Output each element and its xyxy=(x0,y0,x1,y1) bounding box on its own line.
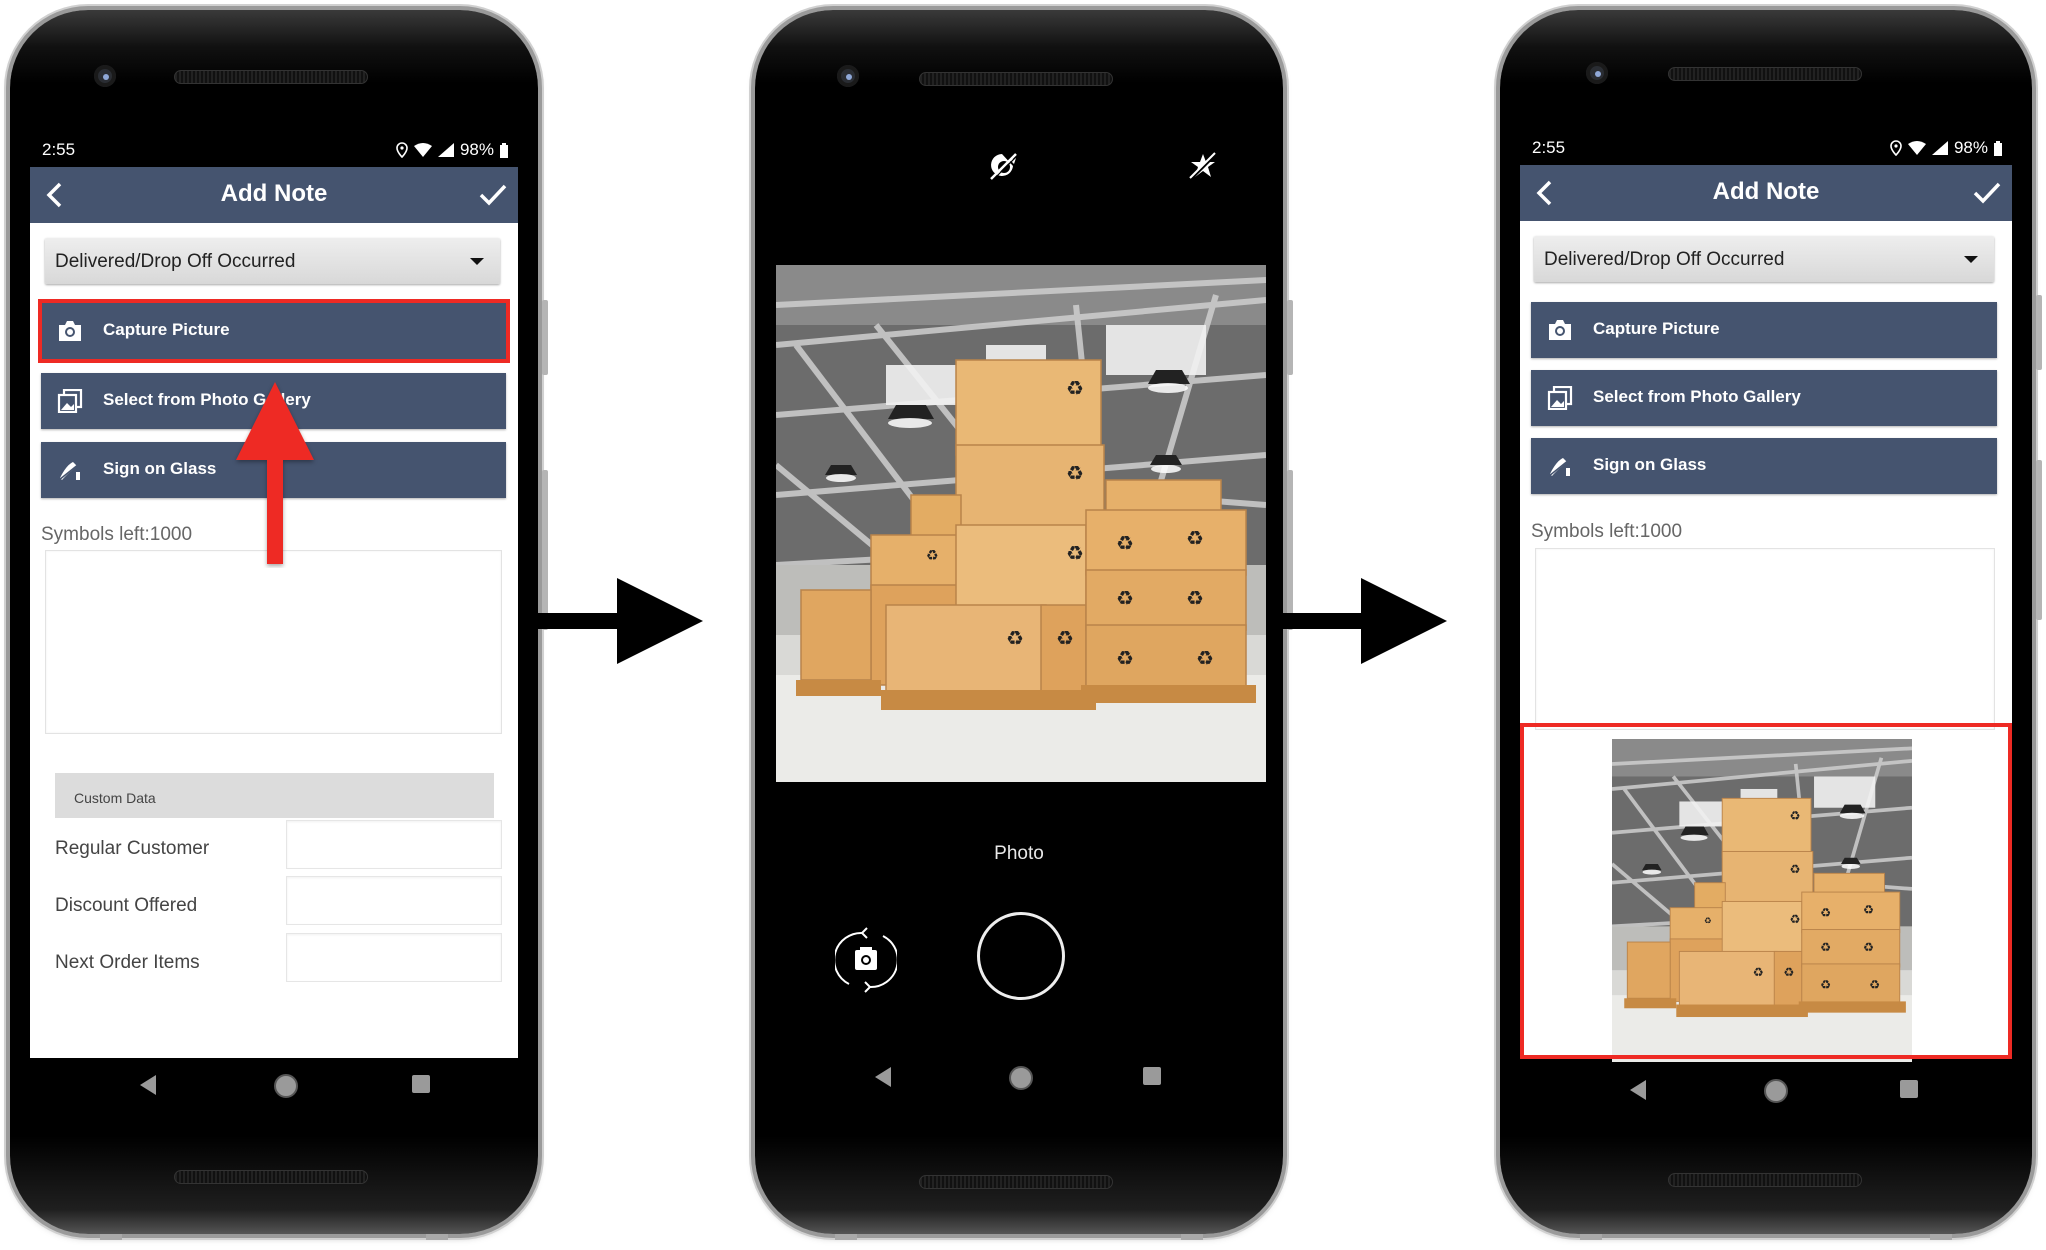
highlight-capture-picture xyxy=(38,299,510,363)
note-textarea[interactable] xyxy=(45,550,502,734)
cellular-signal-icon xyxy=(1931,141,1948,155)
field-label-next-order-items: Next Order Items xyxy=(55,952,200,973)
status-bar: 2:55 98% xyxy=(30,140,518,164)
camera-preview xyxy=(776,265,1266,782)
bottom-speaker xyxy=(174,1170,368,1184)
battery-icon xyxy=(500,142,508,158)
earpiece-speaker xyxy=(1668,67,1862,81)
phone-foot xyxy=(1930,1234,1952,1240)
switch-camera-icon[interactable] xyxy=(835,924,897,996)
capture-picture-button[interactable]: Capture Picture xyxy=(1531,302,1997,358)
note-type-dropdown[interactable]: Delivered/Drop Off Occurred xyxy=(1534,236,1994,282)
field-label-regular-customer: Regular Customer xyxy=(55,838,210,859)
earpiece-speaker xyxy=(919,72,1113,86)
signature-icon xyxy=(1548,458,1570,477)
phone-step-2: Photo xyxy=(755,10,1293,1240)
button-label: Select from Photo Gallery xyxy=(1593,387,1801,406)
android-nav-bar xyxy=(30,1065,518,1105)
dropdown-value: Delivered/Drop Off Occurred xyxy=(55,251,296,272)
sign-on-glass-button[interactable]: Sign on Glass xyxy=(1531,438,1997,494)
button-label: Sign on Glass xyxy=(1593,455,1707,474)
checkmark-icon[interactable] xyxy=(478,181,508,209)
front-camera xyxy=(837,65,859,87)
note-type-dropdown[interactable]: Delivered/Drop Off Occurred xyxy=(45,238,500,284)
phone-foot xyxy=(1580,1234,1602,1240)
nav-home-icon[interactable] xyxy=(1764,1079,1788,1103)
flash-off-icon[interactable] xyxy=(1187,150,1219,182)
phone-foot xyxy=(426,1234,448,1240)
nav-back-icon[interactable] xyxy=(875,1067,891,1087)
camera-mode-label[interactable]: Photo xyxy=(755,843,1283,865)
regular-customer-input[interactable] xyxy=(286,820,502,869)
cellular-signal-icon xyxy=(437,143,454,157)
gallery-icon xyxy=(1547,386,1573,410)
custom-data-header: Custom Data xyxy=(55,773,494,818)
gallery-icon xyxy=(57,389,83,413)
phone-foot xyxy=(100,1234,122,1240)
power-button xyxy=(2036,295,2042,370)
power-button xyxy=(542,300,548,375)
phone-foot xyxy=(1181,1234,1203,1240)
wifi-icon xyxy=(1907,141,1926,155)
flow-arrow-step-2-to-3 xyxy=(1283,578,1447,664)
note-textarea[interactable] xyxy=(1535,548,1995,730)
power-button xyxy=(1287,300,1293,375)
discount-offered-input[interactable] xyxy=(286,876,502,925)
timer-off-icon[interactable] xyxy=(988,150,1020,182)
page-title: Add Note xyxy=(1712,178,1820,205)
camera-icon xyxy=(1549,320,1571,340)
symbols-left-counter: Symbols left:1000 xyxy=(41,524,193,545)
nav-home-icon[interactable] xyxy=(274,1074,298,1098)
app-bar: Add Note xyxy=(30,167,518,223)
red-annotation-arrow xyxy=(236,382,314,564)
location-icon xyxy=(1890,140,1902,156)
dropdown-value: Delivered/Drop Off Occurred xyxy=(1544,249,1785,270)
bottom-speaker xyxy=(1668,1173,1862,1187)
location-icon xyxy=(396,142,408,158)
nav-recents-icon[interactable] xyxy=(412,1075,430,1093)
signature-icon xyxy=(58,462,80,481)
button-label: Capture Picture xyxy=(1593,319,1720,338)
battery-percent: 98% xyxy=(1953,138,1988,157)
wifi-icon xyxy=(413,143,432,157)
flow-arrow-step-1-to-2 xyxy=(537,578,703,664)
button-label: Sign on Glass xyxy=(103,459,217,478)
next-order-items-input[interactable] xyxy=(286,933,502,982)
select-from-gallery-button[interactable]: Select from Photo Gallery xyxy=(1531,370,1997,426)
nav-home-icon[interactable] xyxy=(1009,1066,1033,1090)
phone-foot xyxy=(835,1234,857,1240)
front-camera xyxy=(94,65,116,87)
status-time: 2:55 xyxy=(42,140,76,159)
caret-down-icon xyxy=(1964,256,1978,263)
nav-back-icon[interactable] xyxy=(140,1075,156,1095)
battery-icon xyxy=(1994,140,2002,156)
checkmark-icon[interactable] xyxy=(1972,179,2002,207)
battery-percent: 98% xyxy=(459,140,494,159)
app-bar: Add Note xyxy=(1520,165,2012,221)
nav-recents-icon[interactable] xyxy=(1900,1080,1918,1098)
android-nav-bar xyxy=(1520,1070,2012,1110)
shutter-button[interactable] xyxy=(977,912,1065,1000)
custom-data-title: Custom Data xyxy=(74,790,156,806)
bottom-speaker xyxy=(919,1175,1113,1189)
status-time: 2:55 xyxy=(1532,138,1566,157)
earpiece-speaker xyxy=(174,70,368,84)
nav-recents-icon[interactable] xyxy=(1143,1067,1161,1085)
volume-button xyxy=(2036,460,2042,620)
symbols-left-counter: Symbols left:1000 xyxy=(1531,521,1683,542)
status-bar: 2:55 98% xyxy=(1520,138,2012,162)
front-camera xyxy=(1586,62,1608,84)
page-title: Add Note xyxy=(220,180,328,207)
highlight-attached-photo xyxy=(1520,723,2012,1059)
caret-down-icon xyxy=(470,258,484,265)
phone-step-1: 2:55 98% Add Note Delivered/Drop Off Occ… xyxy=(10,10,548,1240)
android-nav-bar xyxy=(775,1057,1263,1097)
nav-back-icon[interactable] xyxy=(1630,1080,1646,1100)
field-label-discount-offered: Discount Offered xyxy=(55,895,198,916)
